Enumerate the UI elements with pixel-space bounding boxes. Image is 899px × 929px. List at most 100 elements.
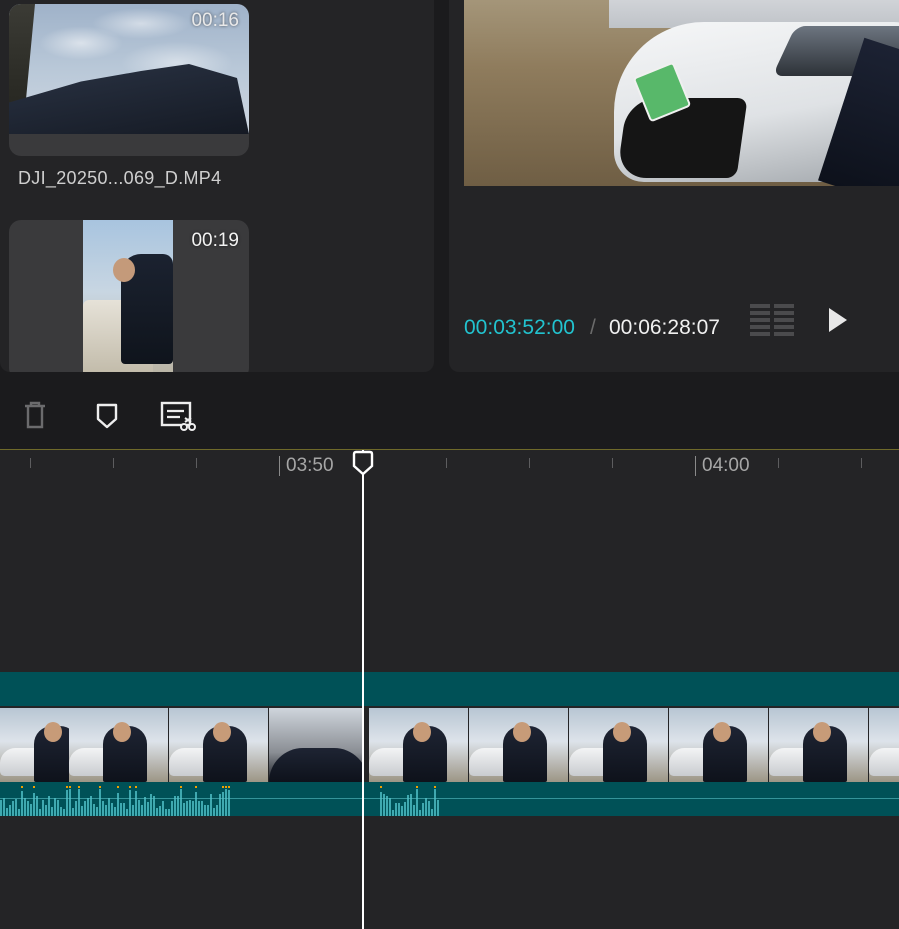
- audio-bar: [108, 798, 110, 816]
- audio-peak: [117, 786, 119, 788]
- audio-bar: [398, 803, 400, 816]
- audio-bar: [156, 808, 158, 816]
- audio-bar: [141, 805, 143, 816]
- audio-bar: [6, 808, 8, 816]
- audio-bar: [192, 801, 194, 816]
- audio-peak: [416, 786, 418, 788]
- audio-bar: [21, 791, 23, 816]
- audio-bar: [183, 803, 185, 816]
- audio-bar: [24, 798, 26, 816]
- audio-bar: [431, 809, 433, 816]
- media-panel: 00:16 DJI_20250...069_D.MP4 00:19: [0, 0, 434, 372]
- audio-bar: [57, 800, 59, 816]
- media-clip-2[interactable]: 00:19: [9, 220, 249, 372]
- audio-waveform-track[interactable]: [0, 782, 899, 816]
- audio-peak: [33, 786, 35, 788]
- clip-duration: 00:19: [191, 230, 239, 251]
- audio-bar: [216, 805, 218, 816]
- audio-bar: [12, 801, 14, 816]
- audio-bar: [0, 800, 2, 816]
- audio-bar: [51, 807, 53, 816]
- audio-bar: [177, 796, 179, 816]
- audio-bar: [96, 807, 98, 816]
- audio-peak: [129, 786, 131, 788]
- current-timecode: 00:03:52:00: [464, 316, 575, 339]
- audio-bar: [437, 800, 439, 816]
- audio-peak: [434, 786, 436, 788]
- audio-bar: [9, 805, 11, 816]
- audio-peak: [380, 786, 382, 788]
- audio-bar: [75, 801, 77, 816]
- audio-bar: [425, 798, 427, 816]
- audio-bar: [168, 809, 170, 816]
- layout-grid-icon[interactable]: [750, 304, 796, 336]
- clip-thumbnail: [83, 220, 173, 372]
- video-clip[interactable]: [0, 708, 899, 782]
- audio-bar: [93, 804, 95, 816]
- ruler-tick: [612, 458, 613, 468]
- audio-bar: [132, 805, 134, 816]
- audio-bar: [78, 789, 80, 816]
- audio-peak: [99, 786, 101, 788]
- audio-bar: [413, 805, 415, 816]
- audio-bar: [129, 790, 131, 816]
- clip-name: DJI_20250...069_D.MP4: [18, 168, 222, 188]
- audio-bar: [36, 796, 38, 816]
- video-frame: [669, 708, 768, 782]
- playhead-line[interactable]: [362, 450, 364, 929]
- media-clip-1[interactable]: 00:16: [9, 4, 249, 156]
- audio-bar: [207, 805, 209, 816]
- audio-bar: [69, 789, 71, 816]
- audio-bar: [213, 808, 215, 816]
- audio-bar: [54, 798, 56, 816]
- audio-bar: [30, 804, 32, 816]
- ruler-tick: [529, 458, 530, 468]
- audio-bar: [380, 792, 382, 816]
- ruler-tick: [30, 458, 31, 468]
- audio-bar: [389, 798, 391, 816]
- audio-bar: [15, 799, 17, 816]
- ruler-label: 04:00: [695, 456, 750, 476]
- timeline[interactable]: 03:50 04:00: [0, 450, 899, 929]
- playhead-handle-icon[interactable]: [352, 450, 374, 476]
- audio-bar: [201, 801, 203, 816]
- audio-bar: [162, 801, 164, 816]
- audio-peak: [222, 786, 224, 788]
- play-icon[interactable]: [826, 306, 850, 334]
- audio-peak: [135, 786, 137, 788]
- trash-icon[interactable]: [20, 400, 50, 430]
- audio-bar: [60, 807, 62, 816]
- video-track-header[interactable]: [0, 672, 899, 706]
- audio-bar: [228, 790, 230, 816]
- audio-bar: [33, 793, 35, 816]
- video-frame: [769, 708, 868, 782]
- audio-peak: [21, 786, 23, 788]
- audio-bar: [404, 802, 406, 816]
- audio-bar: [72, 808, 74, 816]
- marker-icon[interactable]: [92, 400, 122, 430]
- audio-peak: [78, 786, 80, 788]
- audio-bar: [198, 801, 200, 816]
- audio-bar: [401, 806, 403, 816]
- audio-bar: [386, 796, 388, 816]
- audio-bar: [416, 789, 418, 816]
- audio-peak: [66, 786, 68, 788]
- timecode-separator: /: [590, 316, 596, 339]
- audio-peak: [228, 786, 230, 788]
- split-icon[interactable]: [160, 400, 196, 431]
- ruler-label: 03:50: [279, 456, 334, 476]
- audio-bar: [144, 797, 146, 816]
- audio-bar: [195, 792, 197, 816]
- audio-bar: [147, 802, 149, 816]
- audio-bar: [27, 801, 29, 816]
- audio-bar: [18, 809, 20, 816]
- audio-bar: [102, 801, 104, 816]
- audio-bar: [189, 800, 191, 816]
- audio-peak: [180, 786, 182, 788]
- video-frame: [69, 708, 168, 782]
- audio-bar: [84, 801, 86, 816]
- audio-bar: [180, 789, 182, 816]
- audio-midline: [0, 798, 899, 799]
- audio-peak: [195, 786, 197, 788]
- audio-peak: [69, 786, 71, 788]
